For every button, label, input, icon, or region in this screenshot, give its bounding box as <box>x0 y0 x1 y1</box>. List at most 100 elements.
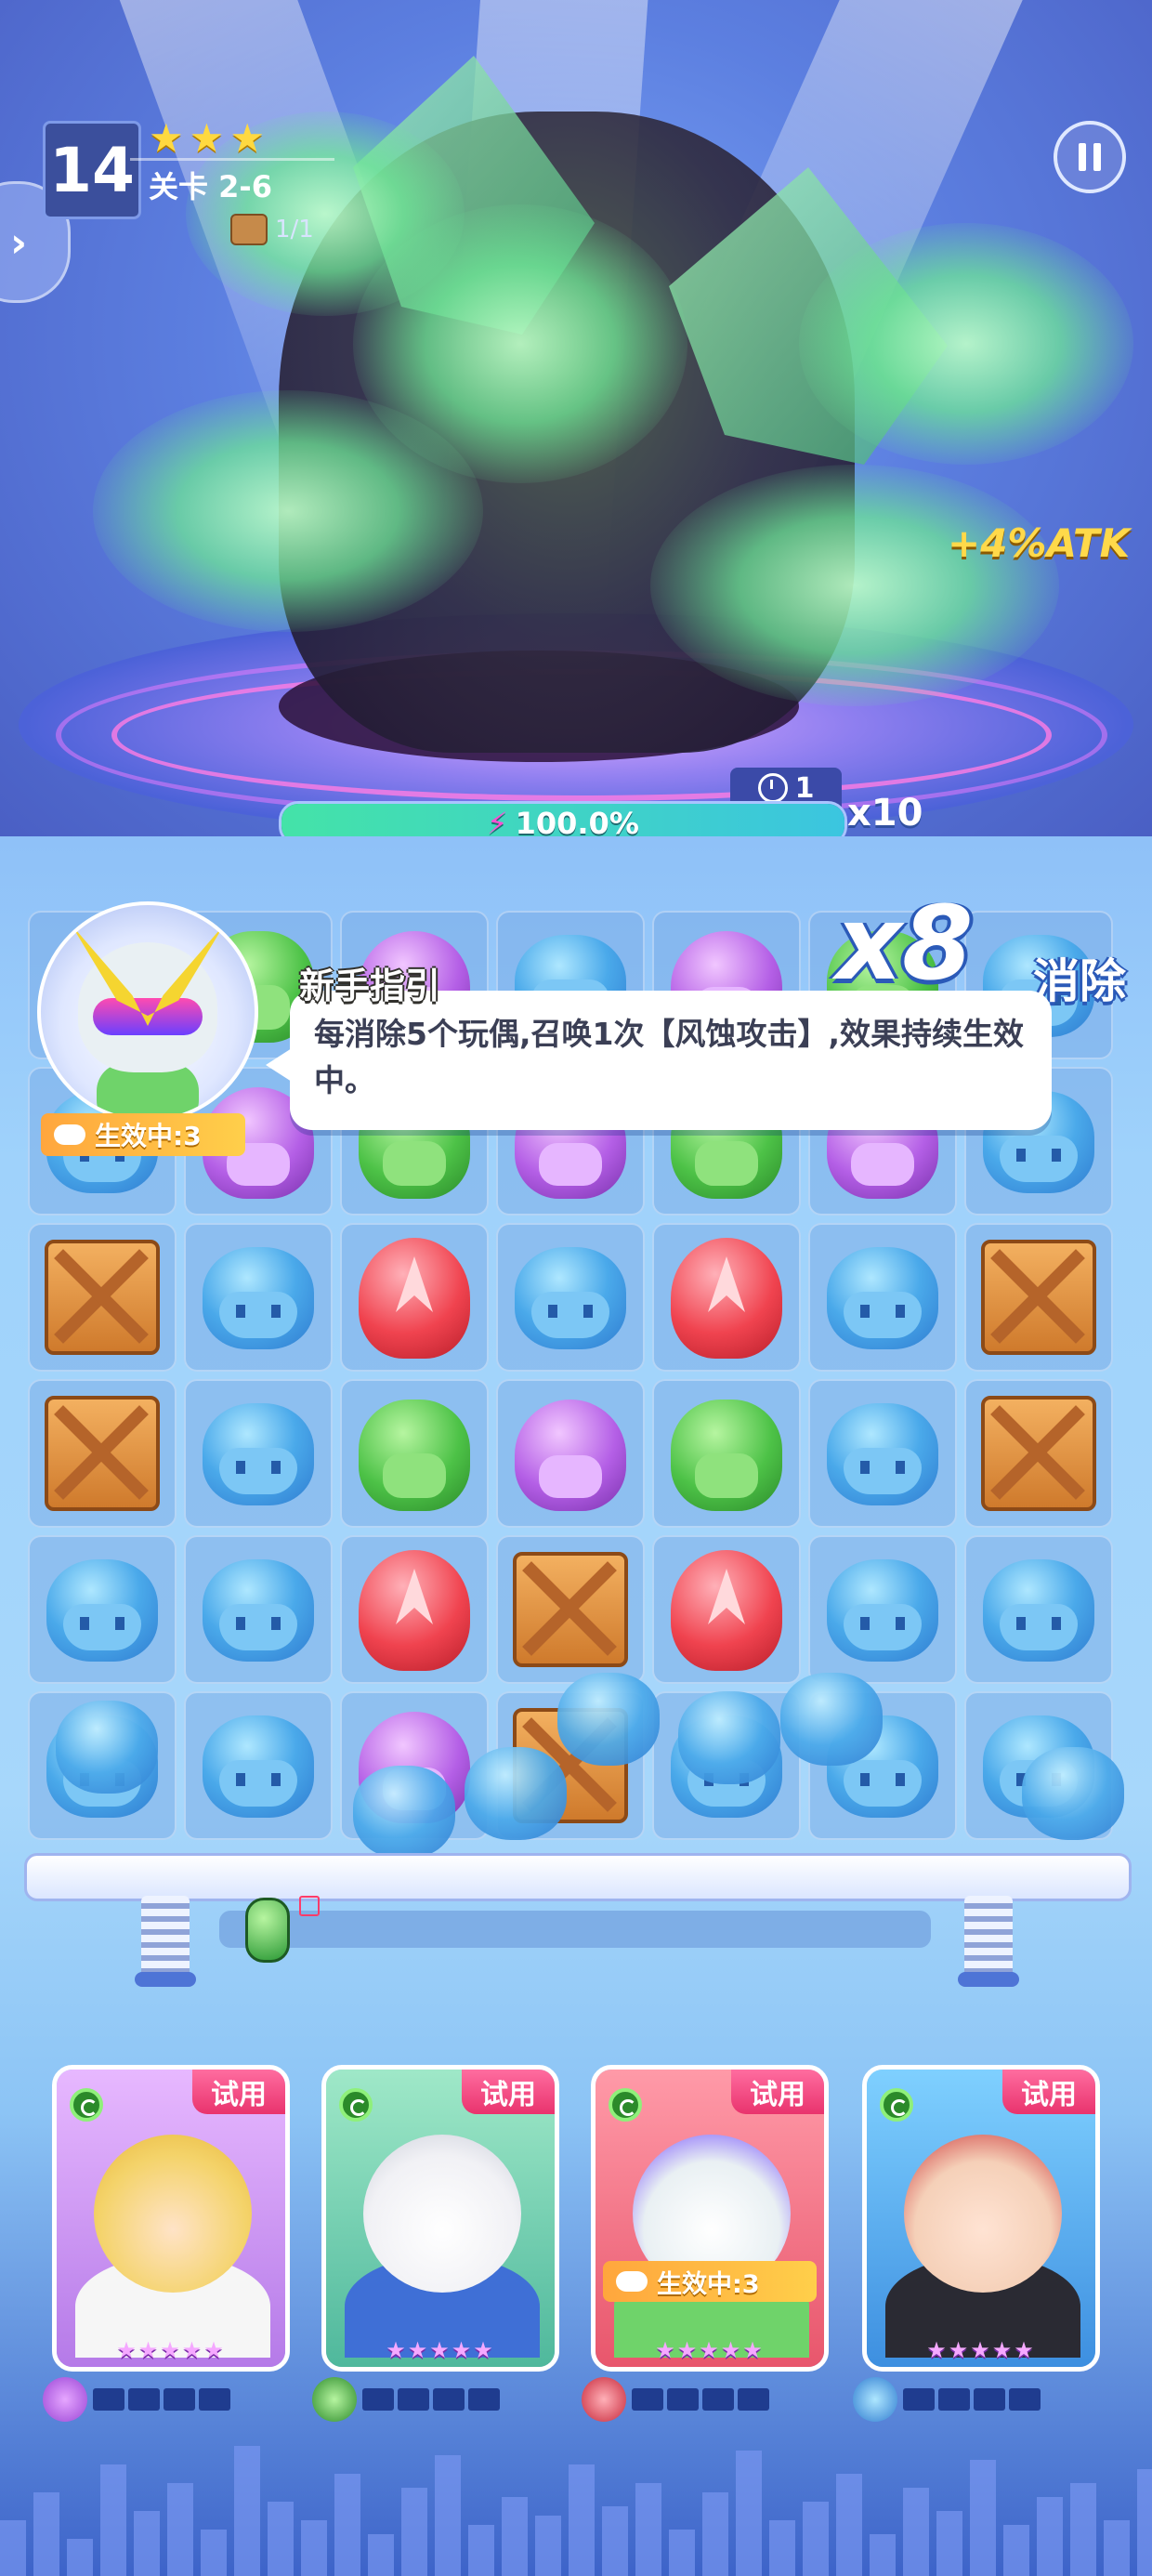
lightning-icon: ⚡ <box>487 806 508 836</box>
hero-effect-status-text: 生效中:3 <box>657 2269 760 2299</box>
energy-label: ⚡ 100.0% <box>281 804 844 836</box>
board-cell[interactable] <box>340 1379 489 1528</box>
clock-icon <box>757 773 788 803</box>
tutorial-bubble[interactable]: 每消除5个玩偶,召唤1次【风蚀攻击】,效果持续生效中。 <box>266 991 1052 1130</box>
equalizer-bar <box>435 2455 461 2576</box>
equalizer-bar <box>368 2534 394 2576</box>
board-cell[interactable] <box>184 1379 333 1528</box>
damage-multiplier: x10 <box>847 792 923 835</box>
blue-toy-piece <box>515 1247 626 1349</box>
stage-label: 关卡 2-6 <box>149 169 272 204</box>
board-cell[interactable] <box>184 1535 333 1684</box>
wooden-crate-block <box>45 1240 160 1355</box>
equalizer-bar <box>67 2539 93 2576</box>
hero-opera-general <box>904 2135 1062 2293</box>
hero-card[interactable]: 试用 ★★★★★ <box>321 2065 559 2372</box>
green-toy-piece <box>359 1400 470 1511</box>
board-cell[interactable] <box>340 1535 489 1684</box>
blue-toy-piece <box>46 1559 158 1662</box>
equalizer-bar <box>669 2530 695 2576</box>
stage-stars: ★ ★ ★ <box>149 119 265 158</box>
star-icon: ★ <box>149 115 184 161</box>
board-cell[interactable] <box>496 1535 645 1684</box>
board-cell[interactable] <box>652 1223 801 1372</box>
board-cell[interactable] <box>652 1379 801 1528</box>
board-cell[interactable] <box>496 1223 645 1372</box>
conveyor-rail <box>24 1853 1132 1901</box>
hero-star-rating: ★★★★★ <box>926 2337 1036 2363</box>
equalizer-bar <box>836 2474 862 2576</box>
equalizer-bar <box>33 2492 59 2576</box>
board-cell[interactable] <box>964 1223 1113 1372</box>
board-cell[interactable] <box>808 1379 957 1528</box>
wind-skill-icon <box>880 2088 913 2122</box>
board-cell[interactable] <box>184 1691 333 1840</box>
trial-badge: 试用 <box>731 2070 824 2114</box>
board-cell[interactable] <box>184 1223 333 1372</box>
cloud-icon <box>616 2271 648 2292</box>
hero-effect-status: 生效中:3 <box>603 2261 817 2302</box>
hero-star-rating: ★★★★★ <box>655 2337 765 2363</box>
equalizer-bar <box>100 2464 126 2576</box>
wooden-crate-block <box>981 1396 1096 1511</box>
blue-toy-piece <box>827 1247 938 1349</box>
blue-toy-piece <box>203 1559 314 1662</box>
cleared-piece-effect <box>56 1701 158 1794</box>
divider <box>130 158 334 161</box>
purple-toy-piece <box>515 1400 626 1511</box>
equalizer-bar <box>736 2451 762 2576</box>
equalizer-bar <box>970 2460 996 2576</box>
equalizer-bar <box>301 2520 327 2576</box>
equalizer-bar <box>334 2474 360 2576</box>
equalizer-bar <box>134 2511 160 2576</box>
board-cell[interactable] <box>28 1223 177 1372</box>
guide-character-portrait <box>37 901 258 1123</box>
wind-swirl-effect <box>650 465 1059 706</box>
hero-card[interactable]: 试用 ★★★★★ <box>52 2065 290 2372</box>
equalizer-bar <box>201 2530 227 2576</box>
red-charge-gauge <box>632 2388 769 2411</box>
attack-buff-text: +4%ATK <box>948 520 1131 566</box>
equalizer-bar <box>1037 2497 1063 2576</box>
green-piece-icon <box>312 2377 357 2422</box>
equalizer-bar <box>803 2502 829 2576</box>
board-cell[interactable] <box>28 1379 177 1528</box>
equalizer-bar <box>569 2464 595 2576</box>
cleared-piece-effect <box>465 1747 567 1840</box>
board-cell[interactable] <box>808 1223 957 1372</box>
effect-status-badge: 生效中:3 <box>41 1113 245 1156</box>
equalizer-bar <box>602 2506 628 2576</box>
equalizer-bar <box>702 2492 728 2576</box>
red-toy-piece <box>359 1550 470 1671</box>
blue-toy-piece <box>983 1559 1094 1662</box>
hero-card[interactable]: 试用 ★★★★★ <box>862 2065 1100 2372</box>
equalizer-bar <box>167 2483 193 2576</box>
equalizer-bar <box>0 2520 26 2576</box>
board-cell[interactable] <box>28 1535 177 1684</box>
cleared-piece-effect <box>557 1673 660 1766</box>
blue-piece-icon <box>853 2377 897 2422</box>
equalizer-bar <box>401 2488 427 2576</box>
game-screen: › 14 ★ ★ ★ 关卡 2-6 1/1 +4%ATK 1 ⚡ 100.0% x… <box>0 0 1152 2576</box>
green-toy-piece <box>671 1400 782 1511</box>
energy-percent: 100.0% <box>515 806 639 836</box>
equalizer-bar <box>1137 2469 1152 2576</box>
board-cell[interactable] <box>340 1223 489 1372</box>
pause-button[interactable] <box>1054 121 1126 193</box>
cloud-icon <box>54 1124 85 1145</box>
board-cell[interactable] <box>964 1379 1113 1528</box>
board-cell[interactable] <box>496 1379 645 1528</box>
wooden-crate-block <box>45 1396 160 1511</box>
purple-charge-gauge <box>93 2388 230 2411</box>
wooden-crate-block <box>513 1552 628 1667</box>
board-cell[interactable] <box>652 1535 801 1684</box>
blue-toy-piece <box>203 1715 314 1818</box>
board-cell[interactable] <box>964 1535 1113 1684</box>
board-cell[interactable] <box>808 1535 957 1684</box>
hero-card[interactable]: 试用 生效中:3 ★★★★★ <box>591 2065 829 2372</box>
chevron-right-icon: › <box>10 219 28 267</box>
hero-star-rating: ★★★★★ <box>386 2337 495 2363</box>
red-piece-icon <box>582 2377 626 2422</box>
trial-badge: 试用 <box>462 2070 555 2114</box>
wind-skill-icon <box>609 2088 642 2122</box>
